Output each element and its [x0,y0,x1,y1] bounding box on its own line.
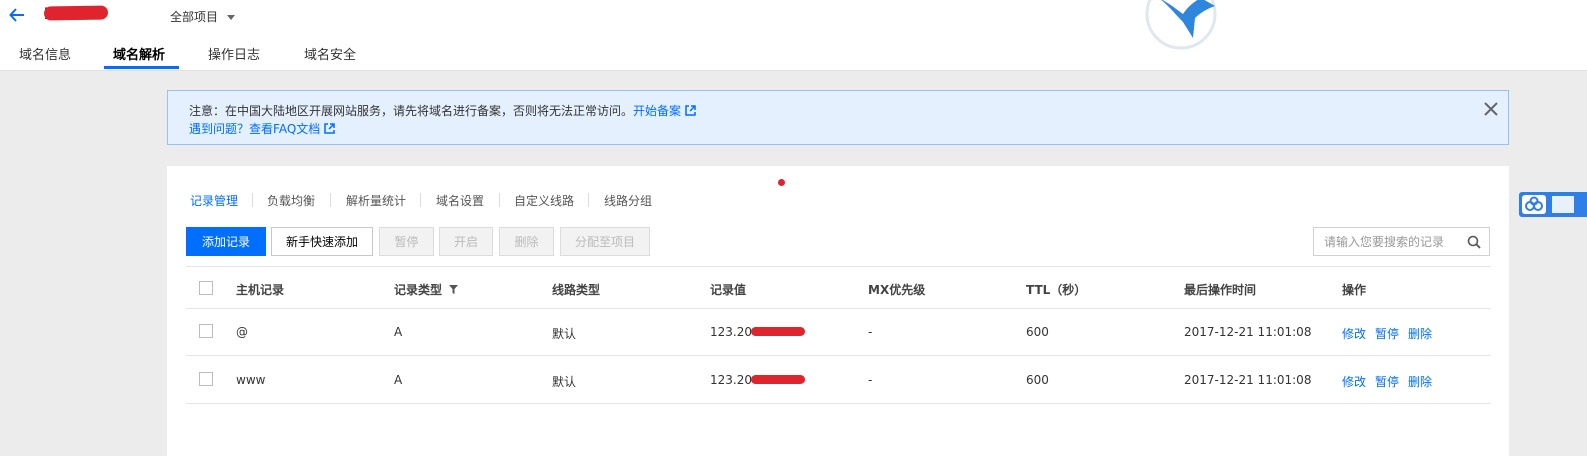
column-ttl: TTL（秒） [1026,283,1087,297]
divider [252,193,253,207]
top-bar: i8.club 全部项目 域名信息 域名解析 操作日志 域名安全 [0,0,1587,71]
row-checkbox[interactable] [199,372,213,386]
host-cell: @ [236,325,248,339]
search-box [1313,227,1490,256]
add-record-button[interactable]: 添加记录 [186,227,266,256]
time-cell: 2017-12-21 11:01:08 [1184,373,1312,387]
pause-button[interactable]: 暂停 [379,227,434,256]
host-cell: www [236,373,266,387]
table-header: 主机记录 记录类型 线路类型 记录值 MX优先级 TTL（秒） 最后操作时间 操… [186,266,1491,309]
divider [588,193,589,207]
subtab-load-balancing[interactable]: 负载均衡 [267,192,315,209]
enable-button[interactable]: 开启 [439,227,493,256]
tab-domain-security[interactable]: 域名安全 [304,44,356,63]
mx-cell: - [868,325,873,339]
faq-link[interactable]: 查看FAQ文档 [249,122,320,136]
column-type-label: 记录类型 [394,283,443,297]
project-select[interactable]: 全部项目 [170,8,236,25]
ttl-cell: 600 [1026,325,1049,339]
pause-link[interactable]: 暂停 [1375,375,1399,389]
delete-link[interactable]: 删除 [1408,375,1432,389]
tab-domain-info[interactable]: 域名信息 [19,44,71,63]
subtab-record-management[interactable]: 记录管理 [190,192,238,209]
widget-more [1552,196,1574,213]
value-redaction [751,327,806,336]
delete-link[interactable]: 删除 [1408,327,1432,341]
external-link-icon[interactable] [324,123,336,134]
quick-add-button[interactable]: 新手快速添加 [271,227,373,256]
cloud-icon [1522,195,1546,214]
actions-cell: 修改 暂停 删除 [1342,325,1432,342]
table-row: @ A 默认 123.206. - 600 2017-12-21 11:01:0… [186,308,1491,356]
column-host: 主机记录 [236,283,285,297]
line-cell: 默认 [552,327,577,341]
actions-cell: 修改 暂停 删除 [1342,373,1432,390]
project-select-label: 全部项目 [170,10,219,24]
column-type: 记录类型 [394,281,459,298]
delete-button[interactable]: 删除 [499,227,554,256]
table-row: www A 默认 123.206. - 600 2017-12-21 11:01… [186,356,1491,404]
start-filing-link[interactable]: 开始备案 [633,104,681,118]
divider [499,193,500,207]
problem-text[interactable]: 遇到问题？ [189,122,249,136]
column-line: 线路类型 [552,283,601,297]
column-value: 记录值 [710,283,747,297]
value-cell: 123.206. [710,325,806,339]
bird-logo-icon [1145,0,1217,50]
notice-line-1: 注意：在中国大陆地区开展网站服务，请先将域名进行备案，否则将无法正常访问。开始备… [189,102,696,119]
active-tab-indicator [104,66,179,69]
value-cell: 123.206. [710,373,806,387]
cloud-icon-graphic [1525,196,1543,211]
filter-icon[interactable] [449,285,459,294]
red-mark [778,179,785,186]
notice-text: 注意：在中国大陆地区开展网站服务，请先将域名进行备案，否则将无法正常访问。 [189,104,634,118]
assign-project-button[interactable]: 分配至项目 [560,227,650,256]
subtab-query-stats[interactable]: 解析量统计 [346,192,406,209]
search-icon[interactable] [1467,235,1481,249]
edit-link[interactable]: 修改 [1342,327,1366,341]
back-arrow-icon[interactable] [8,6,26,24]
select-all-checkbox[interactable] [199,281,213,295]
external-link-icon[interactable] [685,105,696,116]
tab-dns-resolution[interactable]: 域名解析 [113,44,165,63]
divider [330,193,331,207]
row-checkbox[interactable] [199,324,213,338]
notice-line-2: 遇到问题？查看FAQ文档 [189,120,336,137]
domain-redaction [43,5,109,21]
edit-link[interactable]: 修改 [1342,375,1366,389]
column-time: 最后操作时间 [1184,283,1257,297]
chevron-down-icon [227,15,236,20]
value-redaction [751,375,806,384]
type-cell: A [394,325,403,339]
filing-notice: 注意：在中国大陆地区开展网站服务，请先将域名进行备案，否则将无法正常访问。开始备… [167,90,1509,145]
divider [420,193,421,207]
time-cell: 2017-12-21 11:01:08 [1184,325,1312,339]
line-cell: 默认 [552,375,577,389]
pause-link[interactable]: 暂停 [1375,327,1399,341]
column-mx: MX优先级 [868,283,926,297]
tab-operation-log[interactable]: 操作日志 [208,44,260,63]
side-float-widget[interactable] [1519,192,1587,217]
subtab-custom-lines[interactable]: 自定义线路 [514,192,574,209]
type-cell: A [394,373,403,387]
search-input[interactable] [1314,228,1462,255]
subtab-line-groups[interactable]: 线路分组 [604,192,652,209]
subtab-domain-settings[interactable]: 域名设置 [436,192,484,209]
close-icon[interactable] [1484,102,1498,116]
ttl-cell: 600 [1026,373,1049,387]
column-actions: 操作 [1342,283,1367,297]
mx-cell: - [868,373,873,387]
